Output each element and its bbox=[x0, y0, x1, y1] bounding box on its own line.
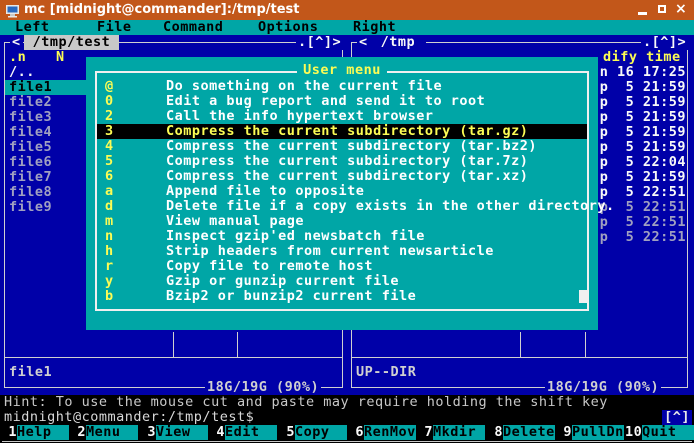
mtime-cell[interactable]: p 5 21:59 bbox=[598, 170, 686, 185]
menu-hotkey: r bbox=[105, 259, 114, 274]
window-title: mc [midnight@commander]:/tmp/test bbox=[24, 2, 300, 17]
command-line[interactable]: midnight@commander:/tmp/test$ bbox=[4, 410, 254, 425]
terminal-app-icon bbox=[5, 3, 20, 17]
menu-right[interactable]: Right bbox=[353, 20, 396, 35]
right-panel-mtime-column-line bbox=[585, 332, 586, 357]
mc-terminal-window: mc [midnight@commander]:/tmp/test × Left… bbox=[0, 0, 694, 443]
menu-hotkey: b bbox=[105, 289, 114, 304]
mtime-cell[interactable]: p 5 21:59 bbox=[598, 80, 686, 95]
left-panel-separator bbox=[4, 357, 343, 358]
minimize-button[interactable] bbox=[634, 0, 652, 20]
terminal-area: Left File Command Options Right < /tmp/t… bbox=[0, 20, 694, 443]
menu-hotkey: y bbox=[105, 274, 114, 289]
right-panel-path[interactable]: /tmp bbox=[370, 35, 426, 50]
menu-bar: Left File Command Options Right bbox=[0, 20, 694, 35]
user-menu-title: User menu bbox=[86, 63, 598, 79]
menu-options[interactable]: Options bbox=[258, 20, 318, 35]
right-panel-scroll-marker[interactable]: .[^]> bbox=[641, 35, 688, 50]
menu-hotkey: 4 bbox=[105, 139, 114, 154]
user-menu-item-selected[interactable]: 3Compress the current subdirectory (tar.… bbox=[97, 124, 587, 139]
user-menu-item[interactable]: 2Call the info hypertext browser bbox=[97, 109, 587, 124]
file-row[interactable]: file7 bbox=[9, 170, 52, 185]
left-panel-disk-usage: 18G/19G (90%) bbox=[205, 380, 321, 395]
menu-hotkey: a bbox=[105, 184, 114, 199]
file-row[interactable]: file3 bbox=[9, 110, 52, 125]
user-menu-item[interactable]: dDelete file if a copy exists in the oth… bbox=[97, 199, 587, 214]
mtime-cell[interactable]: p 5 22:51 bbox=[598, 230, 686, 245]
user-menu-item[interactable]: yGzip or gunzip current file bbox=[97, 274, 587, 289]
left-panel-rewind-marker[interactable]: < bbox=[10, 35, 23, 50]
file-row[interactable]: file2 bbox=[9, 95, 52, 110]
file-row[interactable]: file6 bbox=[9, 155, 52, 170]
menu-hotkey: 3 bbox=[105, 124, 114, 139]
right-panel-separator bbox=[351, 357, 688, 358]
right-panel-mini-status: UP--DIR bbox=[356, 365, 416, 380]
left-panel-scroll-marker[interactable]: .[^]> bbox=[296, 35, 343, 50]
text-cursor bbox=[579, 290, 588, 303]
mtime-cell[interactable]: p 5 21:59 bbox=[598, 110, 686, 125]
user-menu-item[interactable]: rCopy file to remote host bbox=[97, 259, 587, 274]
file-row-updir[interactable]: /.. bbox=[9, 65, 35, 80]
maximize-button[interactable] bbox=[654, 0, 672, 20]
file-row[interactable]: file5 bbox=[9, 140, 52, 155]
left-panel-name-header[interactable]: N bbox=[56, 50, 65, 65]
user-menu-item[interactable]: 0Edit a bug report and send it to root bbox=[97, 94, 587, 109]
user-menu-item[interactable]: 5Compress the current subdirectory (tar.… bbox=[97, 154, 587, 169]
left-panel-mini-status: file1 bbox=[9, 365, 52, 380]
window-titlebar[interactable]: mc [midnight@commander]:/tmp/test × bbox=[0, 0, 694, 20]
right-panel-rewind-marker[interactable]: < bbox=[357, 35, 370, 50]
mtime-cell[interactable]: p 5 21:59 bbox=[598, 125, 686, 140]
user-menu-item[interactable]: aAppend file to opposite bbox=[97, 184, 587, 199]
menu-hotkey: m bbox=[105, 214, 114, 229]
mtime-cell[interactable]: p 5 22:04 bbox=[598, 155, 686, 170]
menu-command[interactable]: Command bbox=[163, 20, 223, 35]
hint-line: Hint: To use the mouse cut and paste may… bbox=[4, 395, 608, 410]
mtime-cell[interactable]: p 5 21:59 bbox=[598, 95, 686, 110]
menu-hotkey: @ bbox=[105, 79, 114, 94]
right-panel-mtime-header[interactable]: dify time bbox=[603, 50, 681, 65]
mtime-cell[interactable]: p 5 22:51 bbox=[598, 215, 686, 230]
left-panel-sort-header[interactable]: .n bbox=[9, 50, 26, 65]
function-key-bar: 1Help 2Menu 3View 4Edit 5Copy 6RenMov 7M… bbox=[0, 425, 694, 440]
user-menu-item[interactable]: bBzip2 or bunzip2 current file bbox=[97, 289, 587, 304]
right-panel-size-column-line bbox=[520, 332, 521, 357]
user-menu-item[interactable]: hStrip headers from current newsarticle bbox=[97, 244, 587, 259]
menu-hotkey: 2 bbox=[105, 109, 114, 124]
user-menu-item[interactable]: nInspect gzip'ed newsbatch file bbox=[97, 229, 587, 244]
user-menu-item[interactable]: 6Compress the current subdirectory (tar.… bbox=[97, 169, 587, 184]
user-menu-item[interactable]: 4Compress the current subdirectory (tar.… bbox=[97, 139, 587, 154]
user-menu-item[interactable]: @Do something on the current file bbox=[97, 79, 587, 94]
mtime-cell[interactable]: n 16 17:25 bbox=[598, 65, 686, 80]
menu-hotkey: n bbox=[105, 229, 114, 244]
mtime-cell[interactable]: p 5 21:59 bbox=[598, 140, 686, 155]
right-panel-border-right bbox=[687, 42, 688, 388]
menu-left[interactable]: Left bbox=[15, 20, 50, 35]
right-panel-disk-usage: 18G/19G (90%) bbox=[545, 380, 661, 395]
left-panel-path[interactable]: /tmp/test bbox=[24, 35, 119, 50]
close-button[interactable]: × bbox=[672, 0, 690, 20]
menu-hotkey: h bbox=[105, 244, 114, 259]
file-row[interactable]: file9 bbox=[9, 200, 52, 215]
menu-hotkey: 6 bbox=[105, 169, 114, 184]
menu-hotkey: d bbox=[105, 199, 114, 214]
user-menu-item[interactable]: mView manual page bbox=[97, 214, 587, 229]
history-dropdown-badge[interactable]: [^] bbox=[662, 410, 692, 425]
menu-file[interactable]: File bbox=[97, 20, 132, 35]
menu-hotkey: 0 bbox=[105, 94, 114, 109]
left-panel-size-column-line bbox=[173, 332, 174, 357]
user-menu-dialog: User menu @Do something on the current f… bbox=[86, 57, 598, 330]
file-row[interactable]: file4 bbox=[9, 125, 52, 140]
left-panel-mtime-column-line bbox=[237, 332, 238, 357]
menu-hotkey: 5 bbox=[105, 154, 114, 169]
file-row[interactable]: file8 bbox=[9, 185, 52, 200]
